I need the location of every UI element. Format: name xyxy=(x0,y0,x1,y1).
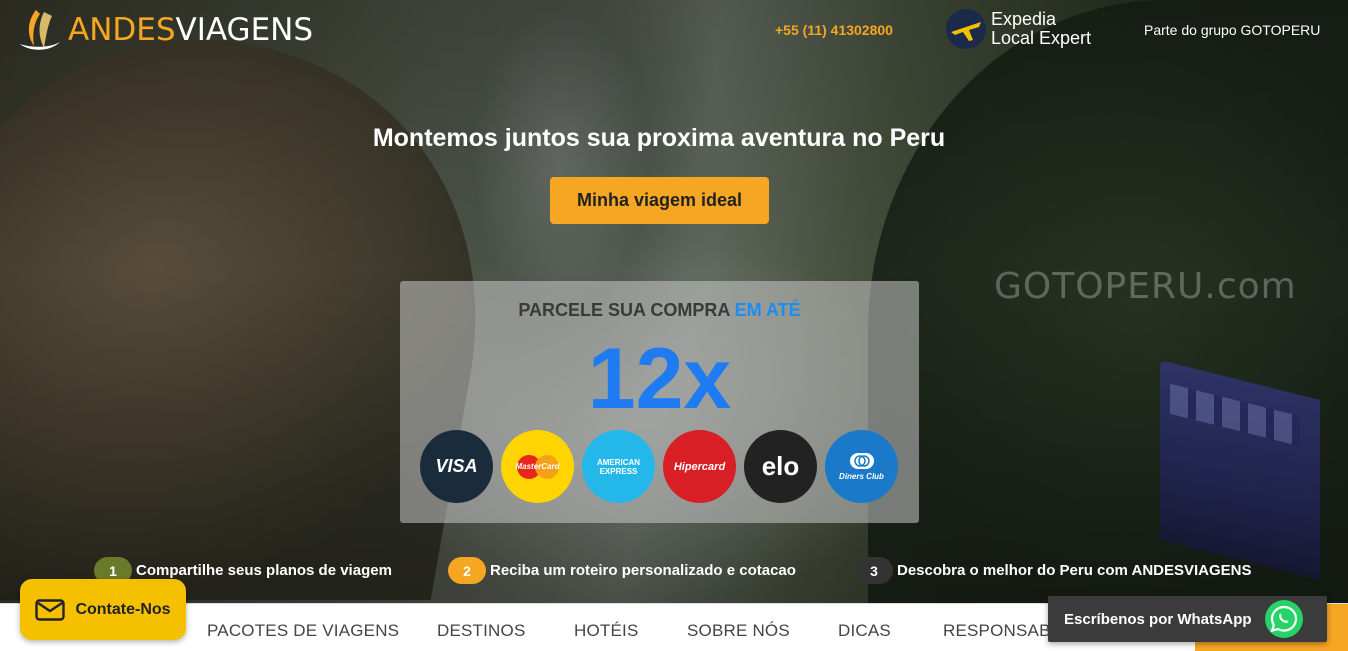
envelope-icon xyxy=(35,598,66,621)
expedia-badge: Expedia Local Expert xyxy=(945,8,1091,50)
nav-item-hoteis[interactable]: HOTÉIS xyxy=(574,621,639,641)
visa-logo: VISA xyxy=(420,430,493,503)
payment-cards: VISA MasterCard AMERICAN EXPRESS Hiperca… xyxy=(420,430,898,503)
step-2-number: 2 xyxy=(448,557,486,584)
hipercard-label: Hipercard xyxy=(673,460,726,473)
nav-item-responsabilidade[interactable]: RESPONSABI xyxy=(943,621,1056,641)
step-3-text: Descobra o melhor do Peru com ANDESVIAGE… xyxy=(897,562,1252,579)
video-watermark: GOTOPERU.com xyxy=(994,266,1297,307)
group-text: Parte do grupo GOTOPERU xyxy=(1144,22,1321,38)
andes-bird-icon xyxy=(20,10,60,50)
expedia-subtitle: Local Expert xyxy=(991,28,1092,48)
expedia-plane-icon xyxy=(946,9,986,49)
step-3: 3 Descobra o melhor do Peru com ANDESVIA… xyxy=(855,557,1252,584)
amex-logo: AMERICAN EXPRESS xyxy=(582,430,655,503)
step-2: 2 Reciba um roteiro personalizado e cota… xyxy=(448,557,796,584)
diners-label: Diners Club xyxy=(839,471,884,481)
installments-title: PARCELE SUA COMPRA EM ATÉ xyxy=(400,300,919,321)
installments-panel: PARCELE SUA COMPRA EM ATÉ 12x VISA Maste… xyxy=(400,281,919,523)
contact-us-label: Contate-Nos xyxy=(75,600,171,618)
ideal-trip-button[interactable]: Minha viagem ideal xyxy=(550,177,769,224)
nav-item-sobre[interactable]: SOBRE NÓS xyxy=(687,621,790,641)
step-1-text: Compartilhe seus planos de viagem xyxy=(136,562,392,579)
nav-item-pacotes[interactable]: PACOTES DE VIAGENS xyxy=(207,621,399,641)
expedia-text: Expedia Local Expert xyxy=(991,10,1091,48)
nav-item-destinos[interactable]: DESTINOS xyxy=(437,621,526,641)
diners-icon xyxy=(849,452,874,469)
installments-title-main: PARCELE SUA COMPRA xyxy=(518,300,730,320)
visa-label: VISA xyxy=(435,456,478,476)
phone-link[interactable]: +55 (11) 41302800 xyxy=(775,22,893,38)
step-3-number: 3 xyxy=(855,557,893,584)
mastercard-label: MasterCard xyxy=(515,461,560,471)
installments-title-highlight: EM ATÉ xyxy=(734,300,801,320)
hero-headline-text: Montemos juntos sua proxima aventura no … xyxy=(372,124,946,152)
diners-logo: Diners Club xyxy=(825,430,898,503)
site-logo[interactable]: ANDESVIAGENS xyxy=(16,6,313,54)
installments-count: 12x xyxy=(587,331,732,427)
whatsapp-label: Escríbenos por WhatsApp xyxy=(1064,610,1252,628)
contact-us-button[interactable]: Contate-Nos xyxy=(20,579,186,640)
mastercard-logo: MasterCard xyxy=(501,430,574,503)
elo-label: elo xyxy=(761,451,800,481)
step-2-text: Reciba um roteiro personalizado e cotaca… xyxy=(490,562,796,579)
expedia-name: Expedia xyxy=(991,9,1057,29)
mastercard-circles: MasterCard xyxy=(515,453,561,481)
logo-viagens: VIAGENS xyxy=(175,12,314,48)
nav-item-dicas[interactable]: DICAS xyxy=(838,621,891,641)
amex-label: AMERICAN EXPRESS xyxy=(596,457,641,476)
whatsapp-button[interactable]: Escríbenos por WhatsApp xyxy=(1048,596,1327,642)
whatsapp-icon xyxy=(1264,600,1303,638)
logo-wordmark: ANDESVIAGENS xyxy=(68,8,313,52)
logo-andes: ANDES xyxy=(68,12,176,48)
hipercard-logo: Hipercard xyxy=(663,430,736,503)
hero-headline: Montemos juntos sua proxima aventura no … xyxy=(0,124,1318,153)
elo-logo: elo xyxy=(744,430,817,503)
